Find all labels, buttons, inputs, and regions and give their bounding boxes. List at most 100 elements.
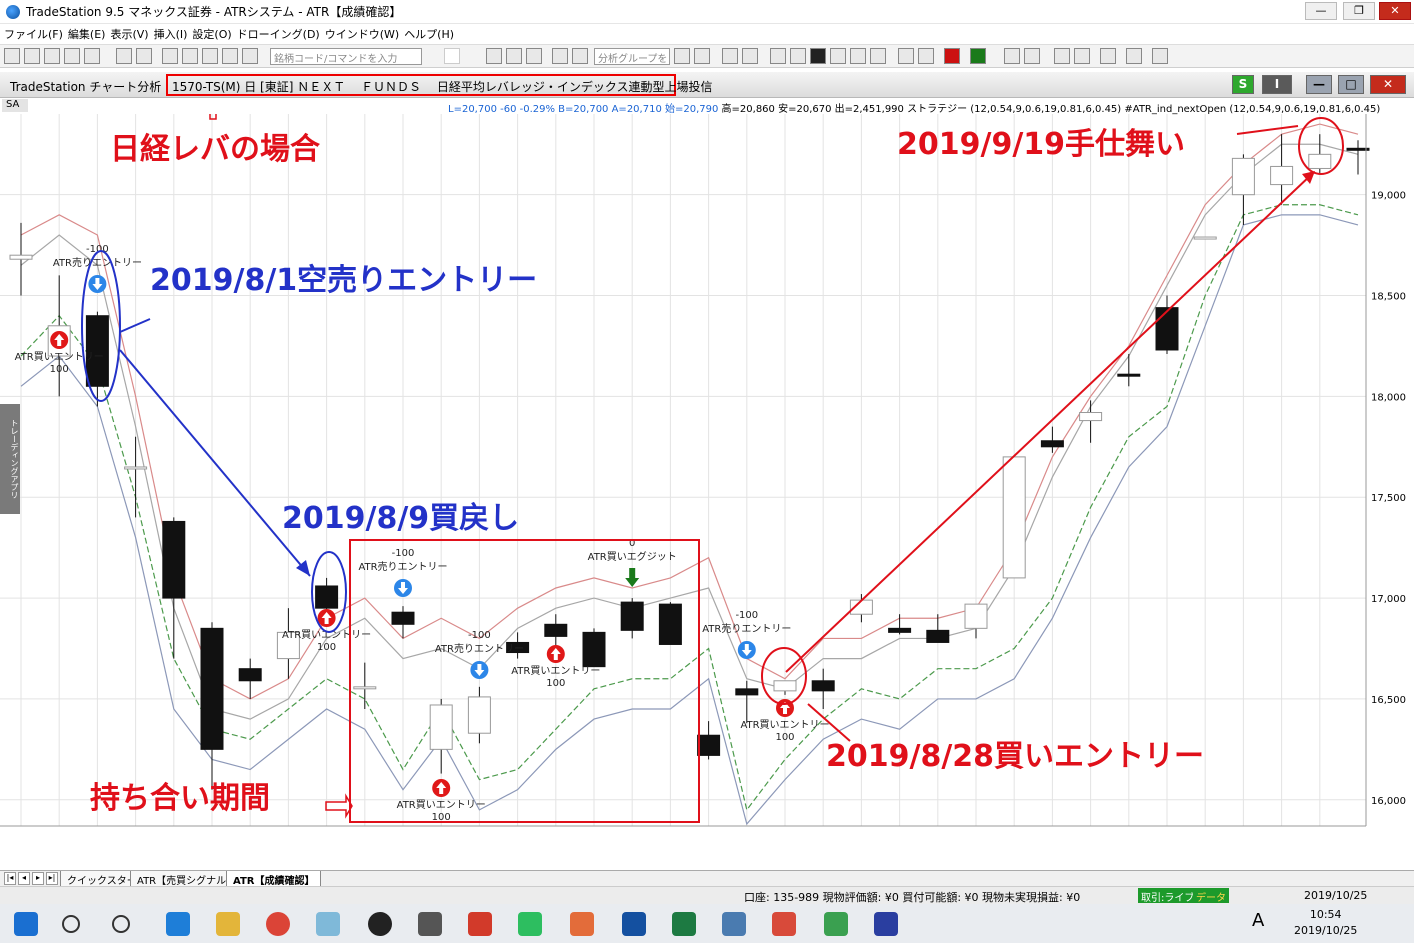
- menu-drawing[interactable]: ドローイング(D): [237, 26, 320, 42]
- draw-icon[interactable]: [1074, 48, 1090, 64]
- minimize-button[interactable]: —: [1305, 2, 1337, 20]
- cross-icon[interactable]: [898, 48, 914, 64]
- analysis-group-select[interactable]: 分析グループを: [594, 48, 670, 65]
- ime-indicator[interactable]: A: [1252, 910, 1268, 931]
- chart-minimize-button[interactable]: —: [1306, 75, 1332, 94]
- monitor-icon[interactable]: [116, 48, 132, 64]
- trade-label: ATR買いエントリー: [511, 665, 600, 677]
- tab-atr-result[interactable]: ATR【成績確認】: [226, 871, 322, 887]
- analysis-icon[interactable]: [674, 48, 690, 64]
- pdf-icon[interactable]: [772, 912, 796, 936]
- excel-icon[interactable]: [672, 912, 696, 936]
- bar-chart-icon[interactable]: [810, 48, 826, 64]
- zoom-out-icon[interactable]: [1024, 48, 1040, 64]
- hotlist-icon[interactable]: [790, 48, 806, 64]
- acrobat-icon[interactable]: [468, 912, 492, 936]
- table-icon[interactable]: [526, 48, 542, 64]
- ohlc-icon[interactable]: [830, 48, 846, 64]
- copy-icon[interactable]: [64, 48, 80, 64]
- taskbar-clock[interactable]: 10:54 2019/10/25: [1294, 907, 1357, 939]
- candle-body: [620, 601, 644, 631]
- tab-last-icon[interactable]: ▸|: [46, 872, 58, 885]
- tradestation-icon[interactable]: [622, 912, 646, 936]
- search-icon[interactable]: [62, 915, 80, 933]
- menu-insert[interactable]: 挿入(I): [154, 26, 188, 42]
- menu-view[interactable]: 表示(V): [110, 26, 148, 42]
- open-folder-icon[interactable]: [24, 48, 40, 64]
- dollar-icon[interactable]: [1126, 48, 1142, 64]
- cortana-icon[interactable]: [112, 915, 130, 933]
- layout-icon[interactable]: [222, 48, 238, 64]
- matrix-icon[interactable]: [742, 48, 758, 64]
- chart-window-icon[interactable]: [486, 48, 502, 64]
- zoom-in-icon[interactable]: [1004, 48, 1020, 64]
- windows-start-icon[interactable]: [14, 912, 38, 936]
- q-app-icon[interactable]: [874, 912, 898, 936]
- chrome-icon[interactable]: [266, 912, 290, 936]
- y-tick-label: 17,000: [1371, 594, 1406, 605]
- app-icon[interactable]: [316, 912, 340, 936]
- list-icon[interactable]: [182, 48, 198, 64]
- strategy-icon[interactable]: [572, 48, 588, 64]
- save-icon[interactable]: [44, 48, 60, 64]
- tools-icon[interactable]: [1100, 48, 1116, 64]
- trade-label: ATR買いエントリー: [15, 351, 104, 363]
- symbol-description: 1570-TS(M) 日 [東証] ＮＥＸＴ ＦＵＮＤＳ 日経平均レバレッジ・イ…: [166, 74, 713, 96]
- new-file-icon[interactable]: [4, 48, 20, 64]
- record-icon[interactable]: [368, 912, 392, 936]
- grid-icon[interactable]: [242, 48, 258, 64]
- clock-date: 2019/10/25: [1294, 924, 1358, 937]
- tab-first-icon[interactable]: |◂: [4, 872, 16, 885]
- trade-label: ATR売りエントリー: [53, 256, 142, 269]
- order-bar-icon[interactable]: [722, 48, 738, 64]
- chart-app-icon[interactable]: [722, 912, 746, 936]
- candle-body: [238, 668, 262, 682]
- style-icon[interactable]: [970, 48, 986, 64]
- trading-app-handle[interactable]: トレーディングアプリ: [0, 404, 20, 514]
- menu-edit[interactable]: 編集(E): [68, 26, 106, 42]
- pointer-icon[interactable]: [1054, 48, 1070, 64]
- i-button[interactable]: I: [1262, 75, 1292, 94]
- edge-icon[interactable]: [166, 912, 190, 936]
- menu-bar: ファイル(F) 編集(E) 表示(V) 挿入(I) 設定(O) ドローイング(D…: [0, 24, 1414, 44]
- chart-close-button[interactable]: ✕: [1370, 75, 1406, 94]
- radar-icon[interactable]: [506, 48, 522, 64]
- trade-qty: 100: [775, 732, 794, 743]
- candle2-icon[interactable]: [870, 48, 886, 64]
- clock-time: 10:54: [1309, 908, 1342, 921]
- menu-settings[interactable]: 設定(O): [192, 26, 231, 42]
- symbol-go-icon[interactable]: [444, 48, 460, 64]
- evernote-icon[interactable]: [518, 912, 542, 936]
- menu-file[interactable]: ファイル(F): [4, 26, 63, 42]
- explorer-icon[interactable]: [216, 912, 240, 936]
- toolbar: 銘柄コード/コマンドを入力 分析グループを: [0, 44, 1414, 68]
- scanner-icon[interactable]: [770, 48, 786, 64]
- color-icon[interactable]: [944, 48, 960, 64]
- exit-arrow-icon: [629, 568, 636, 578]
- close-button[interactable]: ✕: [1379, 2, 1411, 20]
- menu-help[interactable]: ヘルプ(H): [404, 26, 454, 42]
- menu-window[interactable]: ウインドウ(W): [325, 26, 399, 42]
- window-icon[interactable]: [202, 48, 218, 64]
- download-icon[interactable]: [824, 912, 848, 936]
- symbol-input[interactable]: 銘柄コード/コマンドを入力: [270, 48, 422, 65]
- tab-prev-icon[interactable]: ◂: [18, 872, 30, 885]
- notes-icon[interactable]: [1152, 48, 1168, 64]
- paste-icon[interactable]: [84, 48, 100, 64]
- trade-qty: 100: [317, 642, 336, 653]
- analysis2-icon[interactable]: [694, 48, 710, 64]
- candle-body: [1002, 456, 1026, 579]
- print-icon[interactable]: [136, 48, 152, 64]
- tab-next-icon[interactable]: ▸: [32, 872, 44, 885]
- candle-icon[interactable]: [850, 48, 866, 64]
- indicator-icon[interactable]: [552, 48, 568, 64]
- zoom-range-icon[interactable]: [918, 48, 934, 64]
- link-icon[interactable]: [162, 48, 178, 64]
- s-button[interactable]: S: [1232, 75, 1254, 94]
- maximize-button[interactable]: ❐: [1343, 2, 1375, 20]
- chart-maximize-button[interactable]: □: [1338, 75, 1364, 94]
- y-tick-label: 17,500: [1371, 493, 1406, 504]
- box-icon[interactable]: [570, 912, 594, 936]
- price-chart[interactable]: 19,000 18,500 18,000 17,500 17,000 16,500 16,0…: [0, 114, 1414, 830]
- onigiri-icon[interactable]: [418, 912, 442, 936]
